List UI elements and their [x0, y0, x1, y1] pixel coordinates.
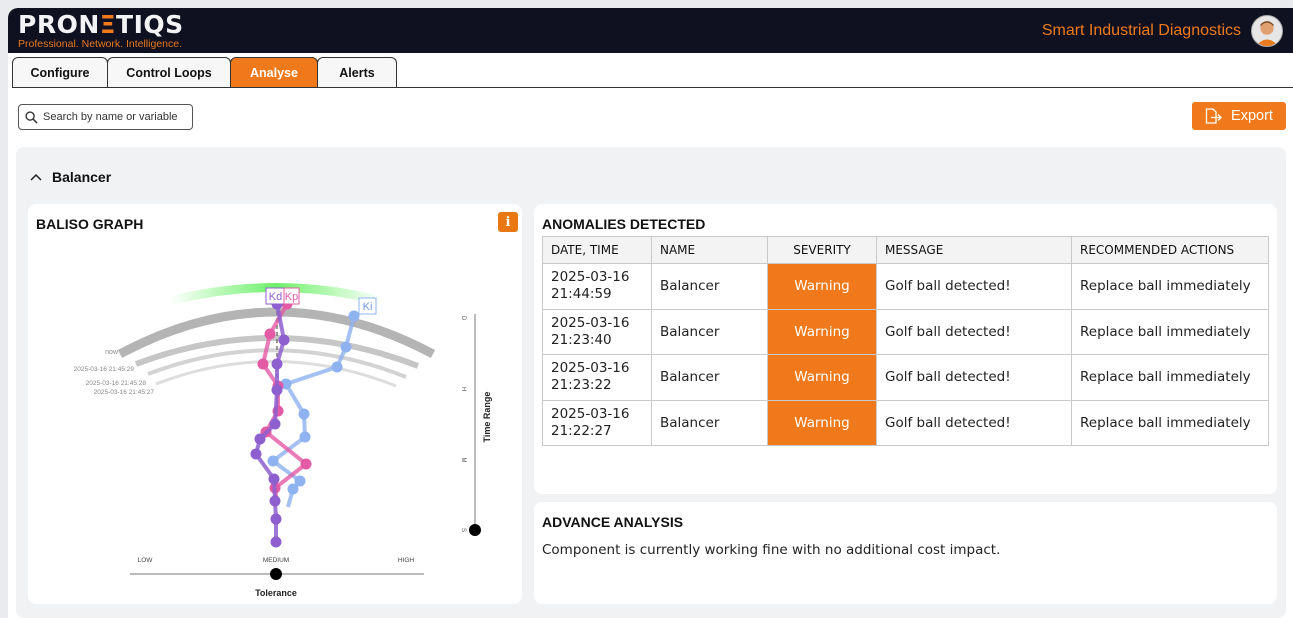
severity-badge: Warning — [767, 263, 877, 310]
search-box[interactable] — [18, 104, 193, 130]
time-tick-h: H — [460, 387, 466, 391]
export-button[interactable]: Export — [1192, 102, 1286, 130]
app-title: Smart Industrial Diagnostics — [1041, 21, 1241, 39]
col-header-name[interactable]: NAME — [651, 236, 768, 264]
time-range-label: Time Range — [482, 392, 492, 443]
marker-kp: Kp — [283, 287, 300, 305]
cell-action: Replace ball immediately — [1071, 308, 1269, 355]
marker-kd: Kd — [265, 287, 286, 305]
arc-label-3: 2025-03-16 21:45:27 — [94, 389, 155, 396]
chevron-up-icon[interactable] — [30, 173, 42, 181]
svg-text:Kd: Kd — [269, 291, 282, 303]
table-row[interactable]: 2025-03-16 21:23:22 Balancer Warning Golf… — [542, 354, 1269, 401]
cell-message: Golf ball detected! — [876, 263, 1072, 310]
search-icon — [25, 110, 38, 124]
severity-badge: Warning — [767, 354, 877, 401]
cell-name: Balancer — [651, 399, 768, 446]
cell-name: Balancer — [651, 354, 768, 401]
tolerance-high-label: HIGH — [398, 557, 415, 564]
avatar[interactable] — [1251, 14, 1283, 47]
search-input[interactable] — [43, 111, 183, 123]
svg-text:Ki: Ki — [363, 301, 373, 313]
arc-label-2: 2025-03-16 21:45:28 — [86, 380, 147, 387]
export-icon — [1205, 108, 1222, 124]
cell-message: Golf ball detected! — [876, 354, 1072, 401]
advance-analysis-text: Component is currently working fine with… — [542, 542, 1001, 558]
table-row[interactable]: 2025-03-16 21:23:40 Balancer Warning Golf… — [542, 308, 1269, 355]
col-header-severity[interactable]: SEVERITY — [767, 236, 877, 264]
tab-analyse[interactable]: Analyse — [230, 57, 318, 88]
tolerance-low-label: LOW — [138, 557, 154, 564]
time-tick-s: S — [460, 528, 466, 532]
tab-alerts[interactable]: Alerts — [317, 57, 397, 88]
arc-label-1: 2025-03-16 21:45:29 — [74, 366, 135, 373]
app-window: PRONΞTIQS Professional. Network. Intelli… — [8, 8, 1293, 618]
anomalies-title: ANOMALIES DETECTED — [542, 216, 706, 232]
severity-badge: Warning — [767, 399, 877, 446]
time-range-handle[interactable] — [469, 524, 481, 536]
tolerance-medium-label: MEDIUM — [263, 557, 289, 564]
cell-message: Golf ball detected! — [876, 399, 1072, 446]
section-header[interactable]: Balancer — [30, 169, 111, 185]
export-label: Export — [1231, 108, 1273, 124]
header-bar: PRONΞTIQS Professional. Network. Intelli… — [8, 8, 1293, 53]
tab-control-loops[interactable]: Control Loops — [107, 57, 231, 88]
time-tick-d: D — [460, 316, 466, 321]
table-row[interactable]: 2025-03-16 21:22:27 Balancer Warning Golf… — [542, 399, 1269, 446]
arc-label-now: now — [105, 349, 119, 356]
balancer-section: Balancer BALISO GRAPH i now 2025-03-16 2… — [16, 147, 1286, 618]
tolerance-label: Tolerance — [255, 588, 297, 598]
table-header-row: DATE, TIME NAME SEVERITY MESSAGE RECOMME… — [542, 236, 1269, 264]
logo-tagline: Professional. Network. Intelligence. — [18, 37, 182, 50]
col-header-date[interactable]: DATE, TIME — [542, 236, 652, 264]
logo-wordmark: PRONΞTIQS — [18, 9, 184, 39]
anomalies-table: DATE, TIME NAME SEVERITY MESSAGE RECOMME… — [542, 236, 1269, 446]
section-title: Balancer — [52, 169, 112, 185]
cell-message: Golf ball detected! — [876, 308, 1072, 355]
user-avatar-icon — [1255, 20, 1279, 46]
cell-datetime: 2025-03-16 21:23:40 — [542, 308, 652, 355]
cell-datetime: 2025-03-16 21:44:59 — [542, 263, 652, 310]
baliso-graph: now 2025-03-16 21:45:29 2025-03-16 21:45… — [74, 283, 492, 598]
tolerance-handle[interactable] — [270, 568, 282, 580]
cell-name: Balancer — [651, 263, 768, 310]
tab-configure[interactable]: Configure — [12, 57, 108, 88]
cell-name: Balancer — [651, 308, 768, 355]
cell-datetime: 2025-03-16 21:23:22 — [542, 354, 652, 401]
cell-action: Replace ball immediately — [1071, 263, 1269, 310]
table-row[interactable]: 2025-03-16 21:44:59 Balancer Warning Golf… — [542, 263, 1269, 310]
cell-action: Replace ball immediately — [1071, 399, 1269, 446]
baliso-graph-card: BALISO GRAPH i now 2025-03-16 21:45:29 2… — [28, 204, 522, 604]
logo: PRONΞTIQS Professional. Network. Intelli… — [18, 12, 184, 50]
time-tick-m: M — [460, 458, 466, 463]
cell-datetime: 2025-03-16 21:22:27 — [542, 399, 652, 446]
advance-analysis-card: ADVANCE ANALYSIS Component is currently … — [534, 502, 1277, 604]
col-header-actions[interactable]: RECOMMENDED ACTIONS — [1071, 236, 1269, 264]
marker-ki: Ki — [358, 297, 377, 315]
svg-text:Kp: Kp — [285, 291, 298, 303]
advance-analysis-title: ADVANCE ANALYSIS — [542, 514, 684, 530]
tab-bar: Configure Control Loops Analyse Alerts — [12, 57, 397, 88]
cell-action: Replace ball immediately — [1071, 354, 1269, 401]
severity-badge: Warning — [767, 308, 877, 355]
tab-divider — [12, 87, 1293, 88]
col-header-message[interactable]: MESSAGE — [876, 236, 1072, 264]
anomalies-card: ANOMALIES DETECTED DATE, TIME NAME SEVER… — [534, 204, 1277, 494]
